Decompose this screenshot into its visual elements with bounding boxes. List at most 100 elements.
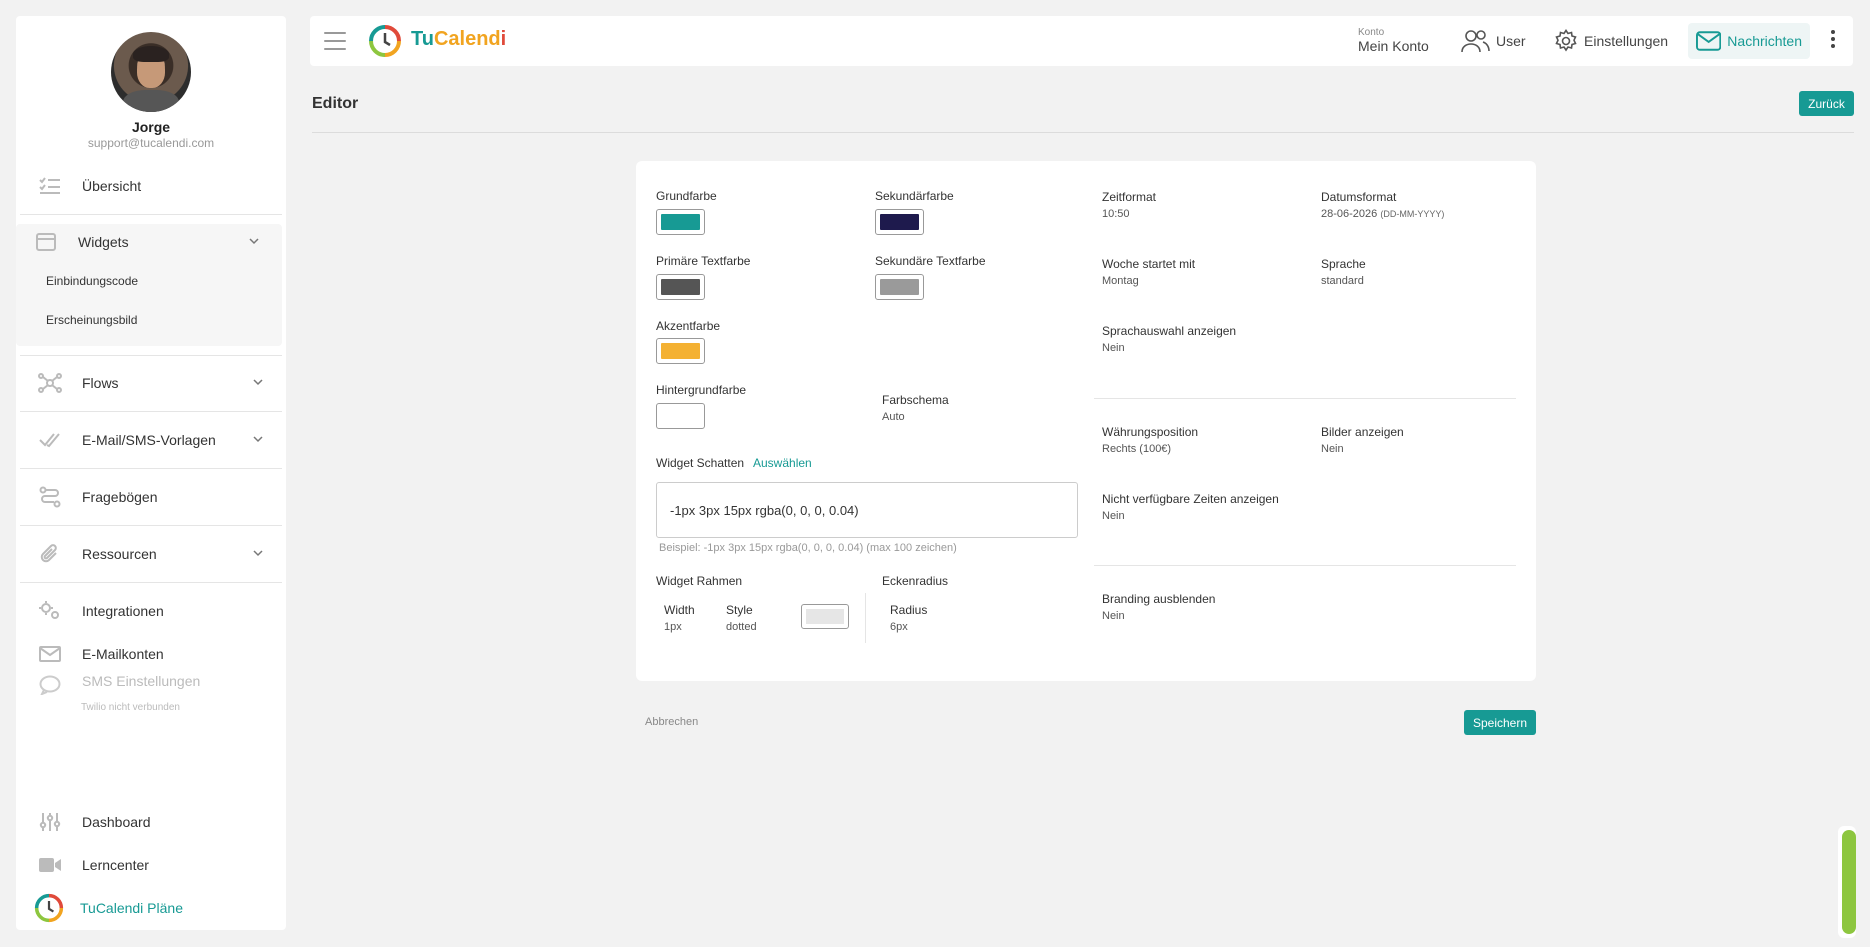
settings-button[interactable]: Einstellungen (1546, 23, 1676, 59)
divider (865, 593, 866, 643)
chevron-down-icon (249, 238, 259, 245)
sidebar: Jorge support@tucalendi.com Übersicht Wi… (16, 16, 286, 930)
zeitformat-value[interactable]: 10:50 (1102, 208, 1130, 220)
sekundaere-textfarbe-label: Sekundäre Textfarbe (875, 254, 986, 268)
sidebar-item-label: Fragebögen (82, 489, 158, 505)
sliders-icon (38, 810, 62, 834)
waehrungsposition-value[interactable]: Rechts (100€) (1102, 443, 1171, 455)
border-style-value[interactable]: dotted (726, 621, 757, 633)
widget-schatten-label: Widget Schatten (656, 456, 745, 470)
sidebar-item-label: Dashboard (82, 814, 151, 830)
divider (20, 355, 282, 356)
sidebar-item-label: Integrationen (82, 603, 164, 619)
primaere-textfarbe-label: Primäre Textfarbe (656, 254, 751, 268)
shadow-hint: Beispiel: -1px 3px 15px rgba(0, 0, 0, 0.… (659, 542, 957, 554)
user-button[interactable]: User (1452, 23, 1534, 59)
divider (20, 411, 282, 412)
farbschema-label: Farbschema (882, 393, 949, 407)
double-check-icon (38, 428, 62, 452)
chevron-down-icon (253, 379, 263, 386)
border-width-value[interactable]: 1px (664, 621, 682, 633)
bilder-anzeigen-value[interactable]: Nein (1321, 443, 1344, 455)
menu-icon[interactable] (324, 32, 346, 50)
sidebar-item-frageboegen[interactable]: Fragebögen (16, 473, 286, 521)
sidebar-item-label: Ressourcen (82, 546, 157, 562)
sidebar-item-uebersicht[interactable]: Übersicht (16, 162, 286, 210)
scrollbar-thumb[interactable] (1842, 830, 1856, 934)
sekundaerfarbe-swatch[interactable] (875, 209, 924, 235)
radius-value[interactable]: 6px (890, 621, 908, 633)
sprachauswahl-value[interactable]: Nein (1102, 342, 1125, 354)
grundfarbe-swatch[interactable] (656, 209, 705, 235)
messages-label: Nachrichten (1727, 33, 1802, 49)
grundfarbe-label: Grundfarbe (656, 189, 717, 203)
farbschema-value[interactable]: Auto (882, 411, 905, 423)
save-button[interactable]: Speichern (1464, 710, 1536, 735)
shadow-input[interactable] (656, 482, 1078, 538)
zeitformat-label: Zeitformat (1102, 190, 1157, 204)
nicht-verfuegbare-label: Nicht verfügbare Zeiten anzeigen (1102, 492, 1279, 506)
chevron-down-icon (253, 436, 263, 443)
sidebar-item-flows[interactable]: Flows (16, 359, 286, 407)
back-button[interactable]: Zurück (1799, 91, 1854, 116)
page-title: Editor (312, 95, 359, 112)
sidebar-item-label: TuCalendi Pläne (80, 900, 183, 916)
sidebar-item-lerncenter[interactable]: Lerncenter (16, 841, 286, 889)
user-email: support@tucalendi.com (87, 136, 215, 150)
topbar: TuCalendi Konto Mein Konto User Einstell… (310, 16, 1853, 66)
list-check-icon (38, 174, 62, 198)
divider (312, 132, 1854, 133)
more-vertical-icon[interactable] (1830, 30, 1836, 52)
sidebar-item-label: Übersicht (82, 178, 142, 194)
messages-button[interactable]: Nachrichten (1688, 23, 1810, 59)
hintergrundfarbe-swatch[interactable] (656, 403, 705, 429)
chevron-down-icon (253, 550, 263, 557)
datumsformat-pattern: (DD-MM-YYYY) (1380, 209, 1445, 219)
sidebar-item-integrationen[interactable]: Integrationen (16, 587, 286, 635)
user-label: User (1496, 33, 1526, 49)
sidebar-item-label: E-Mail/SMS-Vorlagen (82, 432, 216, 448)
akzentfarbe-swatch[interactable] (656, 338, 705, 364)
nicht-verfuegbare-value[interactable]: Nein (1102, 510, 1125, 522)
sidebar-item-label: Flows (82, 375, 119, 391)
eckenradius-label: Eckenradius (882, 574, 949, 588)
sidebar-subitem-einbindungscode[interactable]: Einbindungscode (46, 274, 138, 288)
sidebar-item-label: Widgets (78, 234, 129, 250)
primaere-textfarbe-swatch[interactable] (656, 274, 705, 300)
hintergrundfarbe-label: Hintergrundfarbe (656, 383, 747, 397)
woche-startet-value[interactable]: Montag (1102, 275, 1139, 287)
border-color-swatch[interactable] (801, 604, 849, 629)
sidebar-item-dashboard[interactable]: Dashboard (16, 798, 286, 846)
waehrungsposition-label: Währungsposition (1102, 425, 1199, 439)
sidebar-subitem-erscheinungsbild[interactable]: Erscheinungsbild (46, 313, 137, 327)
video-camera-icon (38, 853, 62, 877)
avatar[interactable] (111, 32, 191, 112)
tucalendi-logo-icon[interactable] (368, 24, 402, 58)
divider (1094, 565, 1516, 566)
cancel-button[interactable]: Abbrechen (645, 716, 698, 728)
logo-text[interactable]: TuCalendi (411, 28, 506, 51)
account-menu[interactable]: Konto Mein Konto (1358, 27, 1429, 54)
schatten-select-link[interactable]: Auswählen (753, 456, 812, 470)
user-name: Jorge (131, 119, 171, 135)
sekundaere-textfarbe-swatch[interactable] (875, 274, 924, 300)
sidebar-item-plaene[interactable]: TuCalendi Pläne (16, 884, 286, 932)
akzentfarbe-label: Akzentfarbe (656, 319, 721, 333)
users-icon (1461, 30, 1490, 53)
branding-value[interactable]: Nein (1102, 610, 1125, 622)
sprache-value[interactable]: standard (1321, 275, 1364, 287)
branding-label: Branding ausblenden (1102, 592, 1216, 606)
datumsformat-value[interactable]: 28-06-2026 (DD-MM-YYYY) (1321, 208, 1444, 220)
sidebar-item-ressourcen[interactable]: Ressourcen (16, 530, 286, 578)
border-style-label: Style (726, 603, 753, 617)
divider (1094, 398, 1516, 399)
sidebar-item-label: Lerncenter (82, 857, 149, 873)
divider (20, 582, 282, 583)
sidebar-item-widgets[interactable]: Widgets (16, 218, 282, 266)
paperclip-icon (38, 542, 62, 566)
flows-icon (38, 371, 62, 395)
divider (20, 525, 282, 526)
browser-window-icon (34, 230, 58, 254)
sidebar-item-vorlagen[interactable]: E-Mail/SMS-Vorlagen (16, 416, 286, 464)
editor-card: Grundfarbe Sekundärfarbe Primäre Textfar… (636, 161, 1536, 681)
